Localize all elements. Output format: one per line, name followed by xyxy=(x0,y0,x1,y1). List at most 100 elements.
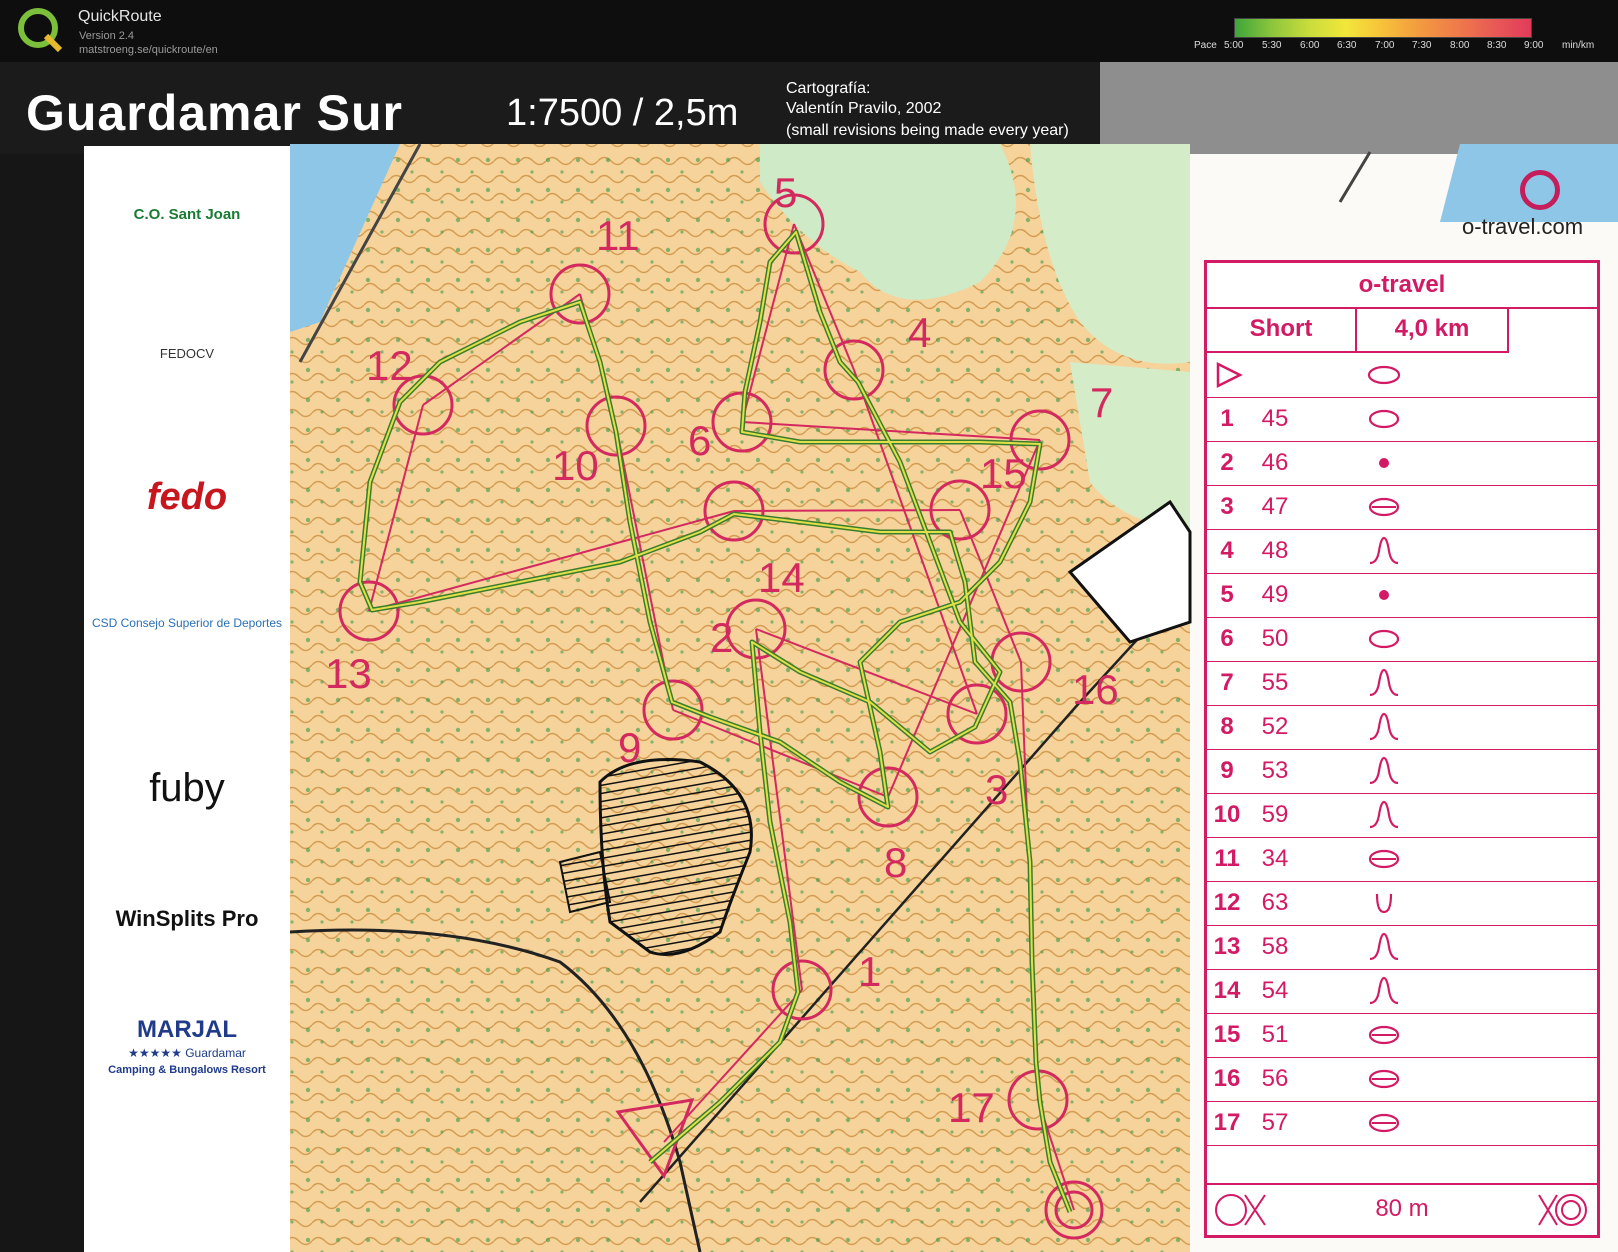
cd-feature-ellipse-icon xyxy=(1368,409,1400,429)
sponsor-marjal: MARJAL xyxy=(137,1016,237,1043)
control-number-label: 13 xyxy=(325,650,372,697)
pace-tick: 7:30 xyxy=(1412,40,1432,51)
sponsor-co-sant-joan: C.O. Sant Joan xyxy=(133,206,241,223)
control-number-label: 16 xyxy=(1072,666,1119,713)
cd-start-row xyxy=(1207,353,1597,398)
sponsor-fuby: fuby xyxy=(149,766,225,810)
cd-feature-dot-icon xyxy=(1379,590,1389,600)
cd-control-code: 52 xyxy=(1261,713,1289,740)
cd-row: 16 56 xyxy=(1207,1057,1597,1102)
cd-control-number: 1 xyxy=(1220,405,1234,432)
cd-control-code: 54 xyxy=(1261,977,1289,1004)
control-number-label: 1 xyxy=(858,948,881,995)
cd-feature-flat-icon xyxy=(1368,1069,1400,1089)
app-title: QuickRoute xyxy=(78,8,162,25)
pace-tick: 9:00 xyxy=(1524,40,1544,51)
cd-row: 3 47 xyxy=(1207,485,1597,530)
start-triangle-icon xyxy=(1216,361,1243,389)
sponsor-panel: C.O. Sant Joan FEDOCV fedo CSD Consejo S… xyxy=(84,146,290,1252)
cd-course-length: 4,0 km xyxy=(1357,307,1509,353)
cd-row: 9 53 xyxy=(1207,749,1597,794)
cd-row: 14 54 xyxy=(1207,969,1597,1014)
cd-control-number: 14 xyxy=(1213,977,1241,1004)
pace-tick: 6:00 xyxy=(1300,40,1320,51)
cd-feature-spur-icon xyxy=(1369,536,1399,565)
control-number-label: 10 xyxy=(552,442,599,489)
cd-control-number: 7 xyxy=(1220,669,1234,696)
map-title: Guardamar Sur xyxy=(26,85,404,141)
cd-row: 1 45 xyxy=(1207,397,1597,442)
cd-control-number: 12 xyxy=(1213,889,1241,916)
out-of-bounds-area xyxy=(558,850,612,914)
cd-control-code: 46 xyxy=(1261,449,1289,476)
cd-control-code: 49 xyxy=(1261,581,1289,608)
cd-row: 8 52 xyxy=(1207,705,1597,750)
cd-control-number: 13 xyxy=(1213,933,1241,960)
cd-control-number: 6 xyxy=(1220,625,1234,652)
cd-control-number: 4 xyxy=(1220,537,1234,564)
cd-feature-flat-icon xyxy=(1368,1113,1400,1133)
revision-note: (small revisions being made every year) xyxy=(786,122,1069,139)
cd-finish-row: 80 m xyxy=(1207,1183,1597,1235)
cd-row: 12 63 xyxy=(1207,881,1597,926)
cd-control-number: 5 xyxy=(1220,581,1234,608)
cd-feature-spur-icon xyxy=(1369,976,1399,1005)
pace-tick: 7:00 xyxy=(1375,40,1395,51)
cd-control-number: 8 xyxy=(1220,713,1234,740)
pace-legend: Pace 5:00 5:30 6:00 6:30 7:00 7:30 8:00 … xyxy=(1190,18,1610,58)
terrain-vegetation-dots xyxy=(290,144,1190,1252)
sponsor-csd: CSD Consejo Superior de Deportes xyxy=(91,616,283,630)
cd-control-number: 17 xyxy=(1213,1109,1241,1136)
cd-feature-spur-icon xyxy=(1369,932,1399,961)
control-number-label: 8 xyxy=(884,839,907,886)
map-header-fade xyxy=(1100,62,1618,154)
app-version: Version 2.4 xyxy=(79,30,135,42)
sponsor-fedocv: FEDOCV xyxy=(159,346,215,361)
cd-control-code: 59 xyxy=(1261,801,1289,828)
cd-row: 11 34 xyxy=(1207,837,1597,882)
cd-feature-flat-icon xyxy=(1368,849,1400,869)
quickroute-logo-icon xyxy=(18,8,63,53)
map-left-margin xyxy=(0,154,84,1252)
control-number-label: 9 xyxy=(618,724,641,771)
sponsor-fedo: fedo xyxy=(146,476,228,518)
cd-row: 13 58 xyxy=(1207,925,1597,970)
cd-feature-pit-icon xyxy=(1375,893,1393,914)
cd-control-number: 11 xyxy=(1214,845,1240,872)
course-leg xyxy=(733,509,961,512)
control-number-label: 17 xyxy=(948,1084,995,1131)
cartographer-name: Valentín Pravilo, 2002 xyxy=(786,100,942,117)
cd-control-code: 63 xyxy=(1261,889,1289,916)
cd-control-code: 57 xyxy=(1261,1109,1289,1136)
cd-title: o-travel xyxy=(1207,263,1597,309)
pace-color-bar xyxy=(1234,18,1532,38)
cd-control-code: 56 xyxy=(1261,1065,1289,1092)
cd-row: 15 51 xyxy=(1207,1013,1597,1058)
control-number-label: 12 xyxy=(366,342,413,389)
pace-tick: 6:30 xyxy=(1337,40,1357,51)
knoll-ellipse-icon xyxy=(1367,365,1401,385)
pace-prefix: Pace xyxy=(1194,40,1217,51)
map-canvas[interactable]: 1 2 3 4 5 6 7 8 9 10 11 12 13 14 15 16 17 Guardamar Sur … xyxy=(0,62,1618,1252)
cd-control-code: 48 xyxy=(1261,537,1289,564)
o-travel-logo-icon xyxy=(1520,170,1560,210)
control-number-label: 6 xyxy=(688,417,711,464)
cd-control-number: 3 xyxy=(1220,493,1234,520)
cd-control-number: 15 xyxy=(1213,1021,1241,1048)
track xyxy=(1338,151,1372,203)
cd-feature-dot-icon xyxy=(1379,458,1389,468)
app-url[interactable]: matstroeng.se/quickroute/en xyxy=(79,44,218,56)
cd-feature-ellipse-icon xyxy=(1368,629,1400,649)
cd-feature-flat-icon xyxy=(1368,1025,1400,1045)
sponsor-marjal-tagline: Camping & Bungalows Resort xyxy=(108,1064,266,1076)
control-number-label: 15 xyxy=(980,450,1027,497)
control-number-label: 4 xyxy=(908,309,931,356)
o-travel-brand: o-travel.com xyxy=(1462,214,1584,239)
cd-control-number: 9 xyxy=(1220,757,1234,784)
cd-row: 7 55 xyxy=(1207,661,1597,706)
cd-control-code: 51 xyxy=(1261,1021,1289,1048)
control-number-label: 5 xyxy=(774,169,797,216)
pace-tick: 5:00 xyxy=(1224,40,1244,51)
cd-row: 4 48 xyxy=(1207,529,1597,574)
cd-row: 17 57 xyxy=(1207,1101,1597,1146)
